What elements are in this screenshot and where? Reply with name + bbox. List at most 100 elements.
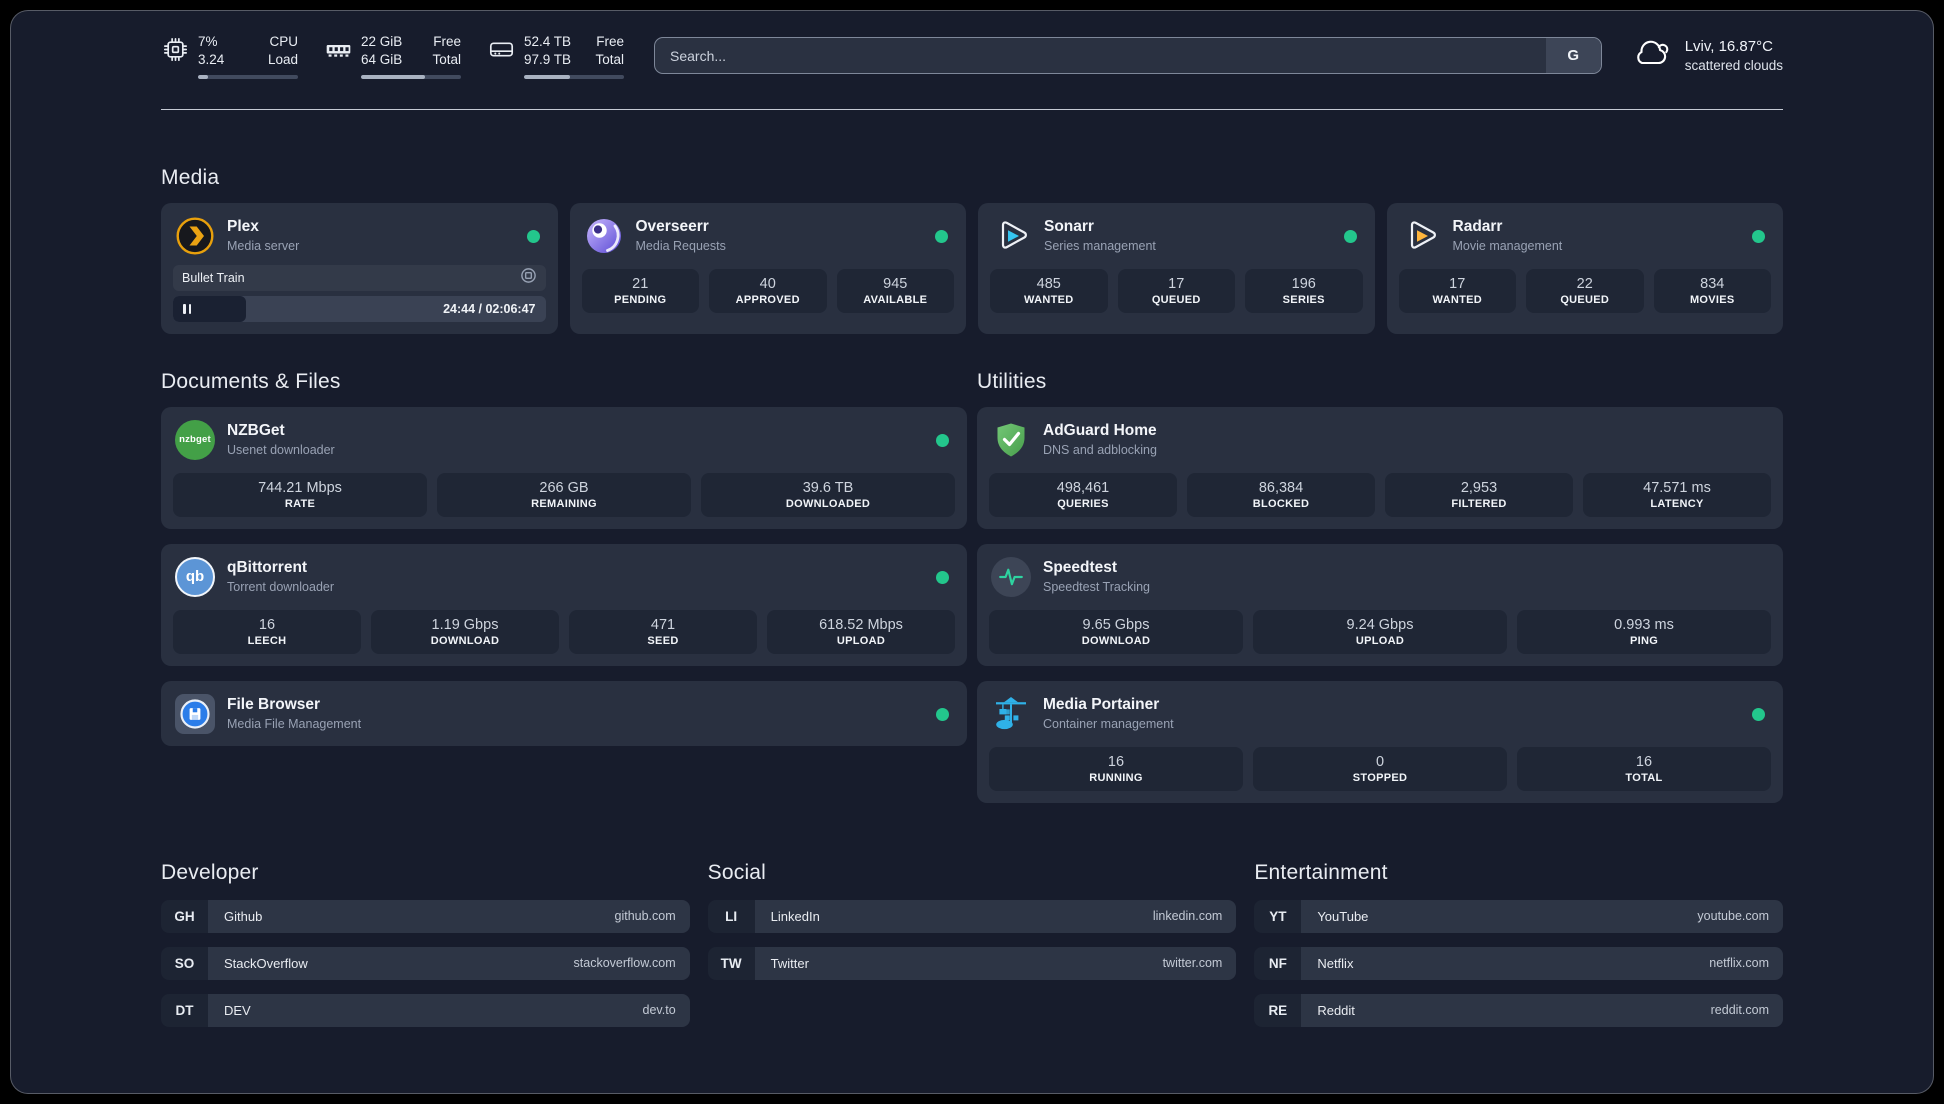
link-name: DEV: [224, 1002, 251, 1018]
memory-free-label: Free: [433, 34, 461, 49]
stat-queued: 22 QUEUED: [1526, 268, 1644, 313]
storage-progress-bar: [524, 74, 624, 79]
nzbget-card[interactable]: nzbget NZBGet Usenet downloader 744.21 M…: [161, 406, 967, 529]
link-stackoverflow[interactable]: SO StackOverflow stackoverflow.com: [161, 946, 690, 980]
app-title: qBittorrent: [227, 559, 308, 577]
link-url: stackoverflow.com: [573, 956, 676, 971]
plex-card[interactable]: Plex Media server Bullet Train 24:44 / 0…: [161, 202, 558, 334]
speedtest-card[interactable]: Speedtest Speedtest Tracking 9.65 Gbps D…: [977, 543, 1783, 666]
cpu-chip-icon: [161, 35, 189, 63]
link-youtube[interactable]: YT YouTube youtube.com: [1254, 899, 1783, 933]
radarr-card[interactable]: Radarr Movie management 17 WANTED 22 QUE…: [1386, 202, 1783, 334]
stat-stopped: 0 STOPPED: [1253, 746, 1507, 791]
status-dot: [936, 707, 949, 721]
session-device-icon: [520, 267, 537, 289]
stat-wanted: 485 WANTED: [990, 268, 1108, 313]
cpu-progress-bar: [198, 74, 298, 79]
link-badge: YT: [1254, 899, 1302, 933]
filebrowser-card[interactable]: File Browser Media File Management: [161, 680, 967, 746]
link-url: dev.to: [642, 1003, 676, 1018]
search-input[interactable]: [655, 38, 1546, 74]
link-badge: LI: [707, 899, 755, 933]
stat-running: 16 RUNNING: [989, 746, 1243, 791]
storage-free-label: Free: [596, 34, 624, 49]
disk-icon: [487, 35, 515, 63]
stat-total: 16 TOTAL: [1517, 746, 1771, 791]
section-title-entertainment: Entertainment: [1254, 860, 1388, 884]
app-title: Plex: [227, 218, 259, 236]
link-github[interactable]: GH Github github.com: [161, 899, 690, 933]
header-divider: [161, 108, 1783, 110]
sonarr-card[interactable]: Sonarr Series management 485 WANTED 17 Q…: [978, 202, 1375, 334]
memory-total-value: 64 GiB: [361, 51, 403, 67]
portainer-icon: [991, 694, 1031, 734]
link-name: StackOverflow: [224, 955, 308, 971]
memory-free-value: 22 GiB: [361, 34, 403, 49]
link-name: YouTube: [1317, 908, 1369, 924]
status-dot: [935, 229, 948, 243]
status-dot: [1343, 229, 1357, 243]
section-title-social: Social: [707, 860, 767, 884]
app-title: Sonarr: [1044, 218, 1094, 236]
memory-total-label: Total: [432, 51, 461, 67]
filebrowser-icon: [175, 693, 215, 734]
plex-now-playing: Bullet Train 24:44 / 02:06:47: [173, 264, 546, 322]
link-badge: DT: [161, 993, 208, 1027]
adguard-card[interactable]: AdGuard Home DNS and adblocking 498,461 …: [977, 406, 1783, 529]
cpu-load-value: 3.24: [198, 51, 225, 67]
portainer-card[interactable]: Media Portainer Container management 16 …: [977, 680, 1783, 803]
link-reddit[interactable]: RE Reddit reddit.com: [1254, 993, 1783, 1027]
adguard-icon: [991, 420, 1031, 460]
app-subtitle: Series management: [1044, 238, 1156, 253]
app-subtitle: Torrent downloader: [227, 579, 335, 594]
now-playing-title: Bullet Train: [182, 270, 245, 285]
link-url: twitter.com: [1162, 956, 1223, 971]
stat-available: 945 AVAILABLE: [836, 268, 954, 313]
app-title: Speedtest: [1043, 559, 1118, 577]
app-subtitle: Container management: [1043, 716, 1174, 731]
cloud-icon: [1632, 37, 1672, 74]
link-dev[interactable]: DT DEV dev.to: [161, 993, 690, 1027]
qbittorrent-card[interactable]: qb qBittorrent Torrent downloader 16 LEE…: [161, 543, 967, 666]
pause-icon[interactable]: [183, 303, 192, 314]
stat-leech: 16 LEECH: [173, 609, 361, 654]
stat-pending: 21 PENDING: [581, 268, 699, 313]
stat-upload: 9.24 Gbps UPLOAD: [1253, 609, 1507, 654]
weather-location: Lviv, 16.87°C: [1684, 37, 1773, 55]
system-stats: 7% 3.24 CPU Load 22 GiB 64 GiB Free Tota…: [161, 33, 624, 79]
app-subtitle: Movie management: [1452, 238, 1563, 253]
section-title-utilities: Utilities: [977, 369, 1047, 393]
link-name: Twitter: [770, 955, 809, 971]
app-title: File Browser: [227, 696, 321, 714]
cpu-label: CPU: [269, 34, 298, 49]
stat-series: 196 SERIES: [1245, 268, 1363, 313]
storage-free-value: 52.4 TB: [524, 34, 572, 49]
stat-remaining: 266 GB REMAINING: [437, 472, 691, 517]
section-entertainment: Entertainment YT YouTube youtube.com NF …: [1254, 861, 1783, 1027]
top-bar: 7% 3.24 CPU Load 22 GiB 64 GiB Free Tota…: [161, 33, 1783, 79]
search-engine-button[interactable]: G: [1545, 38, 1601, 74]
stat-blocked: 86,384 BLOCKED: [1187, 472, 1375, 517]
link-netflix[interactable]: NF Netflix netflix.com: [1254, 946, 1783, 980]
stat-movies: 834 MOVIES: [1653, 268, 1771, 313]
playback-time: 24:44 / 02:06:47: [443, 301, 536, 316]
app-subtitle: Media Requests: [635, 238, 726, 253]
stat-approved: 40 APPROVED: [709, 268, 827, 313]
status-dot: [936, 433, 949, 447]
link-badge: SO: [161, 946, 208, 980]
overseerr-card[interactable]: Overseerr Media Requests 21 PENDING 40 A…: [569, 202, 966, 334]
storage-total-value: 97.9 TB: [524, 51, 572, 67]
radarr-icon: [1401, 216, 1441, 256]
link-twitter[interactable]: TW Twitter twitter.com: [707, 946, 1237, 980]
cpu-stat: 7% 3.24 CPU Load: [161, 33, 298, 79]
section-documents: Documents & Files nzbget NZBGet Usenet d…: [161, 370, 967, 803]
stat-seed: 471 SEED: [569, 609, 757, 654]
link-linkedin[interactable]: LI LinkedIn linkedin.com: [707, 899, 1237, 933]
stat-wanted: 17 WANTED: [1398, 268, 1516, 313]
link-name: Github: [224, 908, 263, 924]
link-url: youtube.com: [1697, 909, 1769, 924]
status-dot: [1752, 707, 1765, 721]
app-title: Media Portainer: [1043, 696, 1160, 714]
status-dot: [1752, 229, 1765, 243]
section-social: Social LI LinkedIn linkedin.com TW Twitt…: [707, 860, 1237, 980]
